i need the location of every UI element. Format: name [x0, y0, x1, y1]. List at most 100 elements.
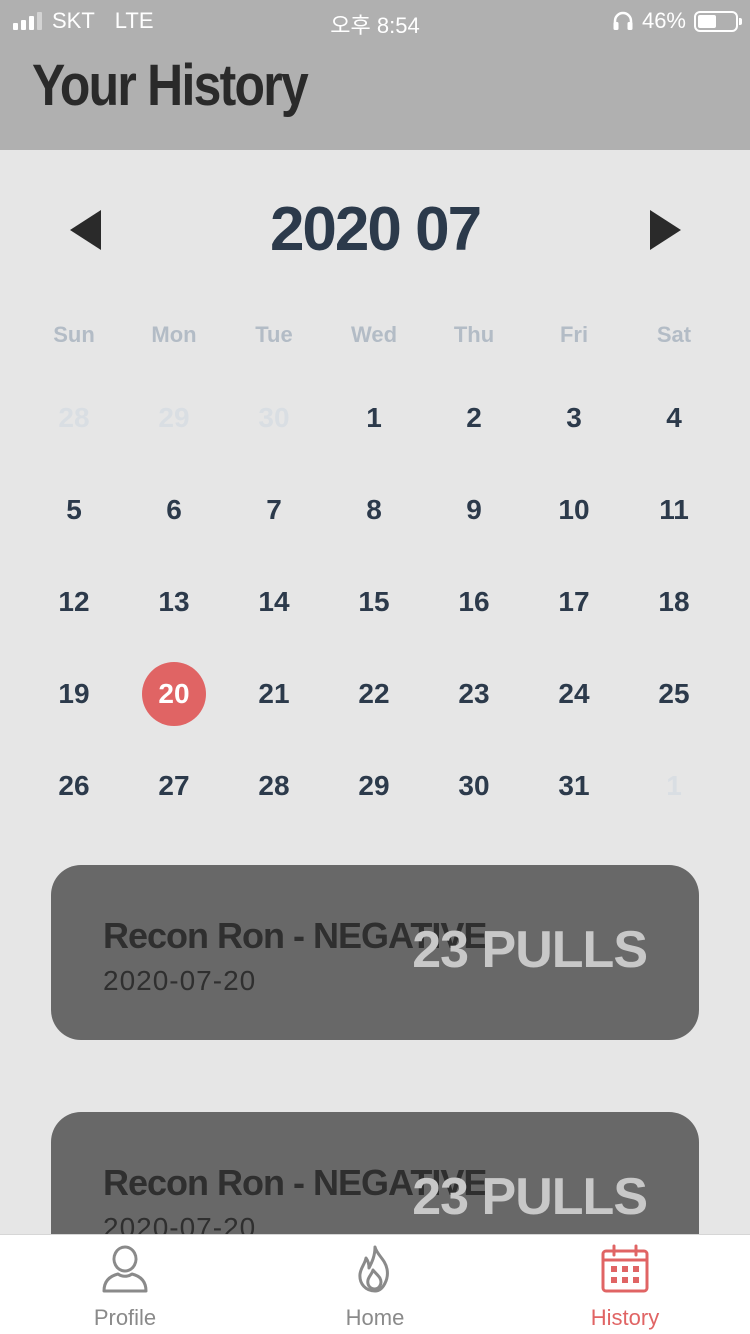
calendar-day[interactable]: 11: [624, 464, 724, 556]
header-bar: SKT LTE 오후 8:54 46% Your History: [0, 0, 750, 150]
calendar-day[interactable]: 10: [524, 464, 624, 556]
calendar-day-number: 13: [158, 586, 190, 617]
calendar-day-number: 11: [659, 494, 689, 525]
flame-icon: [358, 1245, 389, 1293]
calendar-day-number: 7: [266, 494, 282, 525]
calendar-day[interactable]: 25: [624, 648, 724, 740]
weekday-label: Sat: [656, 322, 692, 347]
calendar-day-selected[interactable]: 20: [124, 648, 224, 740]
calendar-day[interactable]: 28: [24, 372, 124, 464]
calendar-day[interactable]: 18: [624, 556, 724, 648]
calendar-day[interactable]: 8: [324, 464, 424, 556]
calendar-day[interactable]: 31: [524, 740, 624, 832]
calendar-day[interactable]: 26: [24, 740, 124, 832]
calendar-day[interactable]: 23: [424, 648, 524, 740]
status-bar: SKT LTE 오후 8:54 46%: [0, 0, 750, 40]
calendar-day[interactable]: 5: [24, 464, 124, 556]
tab-home[interactable]: Home: [250, 1235, 500, 1334]
calendar-day[interactable]: 17: [524, 556, 624, 648]
calendar-day[interactable]: 9: [424, 464, 524, 556]
calendar-day-number: 25: [658, 678, 690, 709]
calendar-day-number: 27: [158, 770, 190, 801]
weekday-label: Sun: [53, 322, 95, 347]
history-card-pulls: 23 PULLS: [412, 921, 648, 979]
calendar-day[interactable]: 15: [324, 556, 424, 648]
calendar-day-number: 29: [158, 402, 190, 433]
calendar-day[interactable]: 4: [624, 372, 724, 464]
headphones-icon: [613, 11, 633, 30]
calendar-day[interactable]: 21: [224, 648, 324, 740]
weekday-label: Mon: [151, 322, 197, 347]
calendar-day-number: 22: [358, 678, 390, 709]
calendar-day-number: 24: [558, 678, 590, 709]
calendar-day-number: 20: [142, 662, 206, 726]
calendar-day[interactable]: 13: [124, 556, 224, 648]
calendar-day[interactable]: 28: [224, 740, 324, 832]
history-card-pulls: 23 PULLS: [412, 1168, 648, 1226]
calendar-day[interactable]: 2: [424, 372, 524, 464]
month-navigator: 2020 07: [0, 190, 750, 280]
weekday-label: Fri: [559, 322, 589, 347]
calendar-day-number: 28: [58, 402, 90, 433]
calendar-day-number: 30: [258, 402, 290, 433]
calendar-day[interactable]: 22: [324, 648, 424, 740]
calendar-day-number: 2: [466, 402, 482, 433]
calendar-day-number: 30: [458, 770, 490, 801]
calendar-day-number: 16: [458, 586, 490, 617]
calendar-day-number: 1: [666, 770, 682, 801]
calendar-day[interactable]: 14: [224, 556, 324, 648]
calendar-day[interactable]: 24: [524, 648, 624, 740]
calendar-day-number: 29: [358, 770, 390, 801]
calendar-day[interactable]: 30: [224, 372, 324, 464]
calendar-day[interactable]: 19: [24, 648, 124, 740]
page-title: Your History: [32, 53, 309, 118]
calendar-day[interactable]: 3: [524, 372, 624, 464]
calendar-day[interactable]: 27: [124, 740, 224, 832]
status-right: 46%: [612, 8, 742, 34]
weekday-label: Tue: [255, 322, 293, 347]
tab-history[interactable]: History: [500, 1235, 750, 1334]
profile-icon: [102, 1245, 148, 1293]
calendar-grid: 28 29 30 1 2 3 4 5 6 7 8 9 10 11 12 13 14 15 16 17 18 19 20 21 2…: [24, 372, 724, 832]
calendar-day-number: 12: [58, 586, 90, 617]
weekday-label: Thu: [453, 322, 495, 347]
weekday-header: Sun Mon Tue Wed Thu Fri Sat: [24, 322, 724, 348]
calendar-day[interactable]: 1: [324, 372, 424, 464]
battery-icon: [694, 10, 742, 32]
calendar-day-number: 14: [258, 586, 290, 617]
calendar-day-number: 5: [66, 494, 82, 525]
tab-home-label: Home: [345, 1305, 405, 1330]
calendar-day[interactable]: 12: [24, 556, 124, 648]
calendar-day-number: 18: [658, 586, 690, 617]
calendar-day[interactable]: 29: [324, 740, 424, 832]
tab-profile[interactable]: Profile: [0, 1235, 250, 1334]
calendar-icon: [601, 1244, 649, 1293]
calendar-day[interactable]: 7: [224, 464, 324, 556]
calendar-day[interactable]: 6: [124, 464, 224, 556]
next-month-button[interactable]: [650, 210, 681, 250]
calendar-day[interactable]: 30: [424, 740, 524, 832]
month-label: 2020 07: [269, 195, 482, 264]
battery-percent: 46%: [641, 8, 686, 33]
tab-bar: Profile Home History: [0, 1234, 750, 1334]
calendar-day-number: 1: [366, 402, 382, 433]
calendar-day-number: 31: [558, 770, 590, 801]
calendar-day[interactable]: 29: [124, 372, 224, 464]
calendar-day-number: 9: [466, 494, 482, 525]
tab-history-label: History: [590, 1305, 660, 1330]
calendar-day-number: 4: [666, 402, 682, 433]
calendar-day-number: 17: [558, 586, 590, 617]
calendar-day-number: 10: [558, 494, 590, 525]
calendar-day[interactable]: 1: [624, 740, 724, 832]
weekday-label: Wed: [350, 322, 398, 347]
calendar-day-number: 21: [258, 678, 290, 709]
calendar-day-number: 28: [258, 770, 290, 801]
calendar-day-number: 15: [358, 586, 390, 617]
tab-profile-label: Profile: [93, 1305, 157, 1330]
calendar-day-number: 6: [166, 494, 182, 525]
history-card[interactable]: Recon Ron - NEGATIVE 2020-07-20 23 PULLS: [51, 865, 699, 1040]
calendar-day[interactable]: 16: [424, 556, 524, 648]
calendar-day-number: 19: [58, 678, 90, 709]
calendar-day-number: 3: [566, 402, 582, 433]
calendar-day-number: 26: [58, 770, 90, 801]
